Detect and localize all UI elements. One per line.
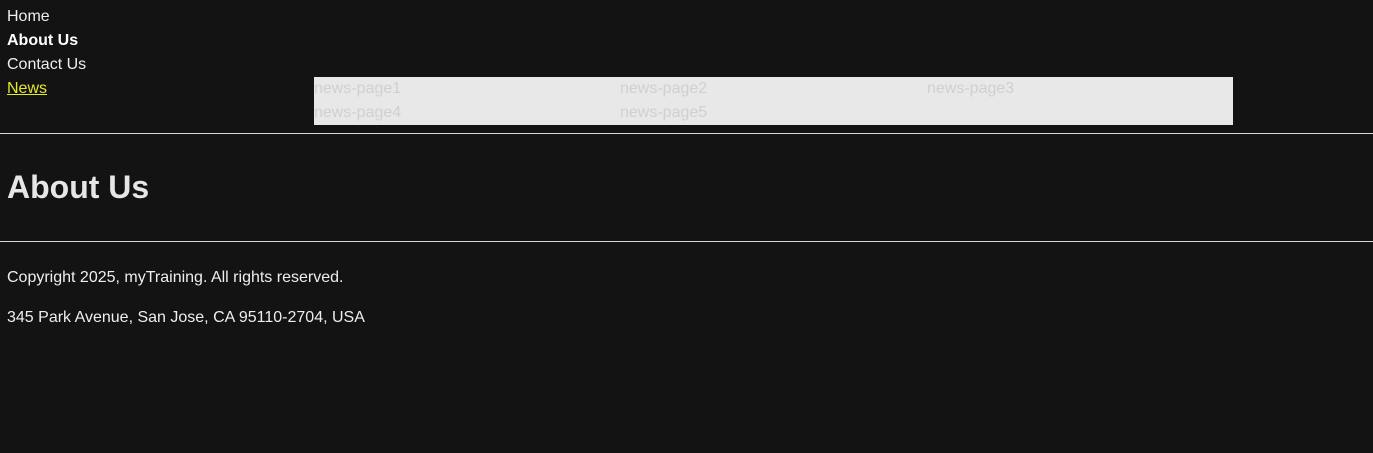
news-page4-link[interactable]: news-page4 bbox=[314, 101, 620, 125]
news-page1-link[interactable]: news-page1 bbox=[314, 77, 620, 101]
news-dropdown-menu: news-page1 news-page2 news-page3 news-pa… bbox=[314, 77, 1233, 125]
news-page3-link[interactable]: news-page3 bbox=[927, 77, 1233, 101]
news-page2-link[interactable]: news-page2 bbox=[620, 77, 927, 101]
header-divider bbox=[0, 133, 1373, 134]
footer-divider bbox=[0, 241, 1373, 242]
nav-item-news[interactable]: News bbox=[7, 77, 86, 101]
page-title: About Us bbox=[7, 169, 150, 205]
copyright-text: Copyright 2025, myTraining. All rights r… bbox=[7, 269, 344, 286]
nav-item-contact-us[interactable]: Contact Us bbox=[7, 53, 86, 77]
nav-item-about-us[interactable]: About Us bbox=[7, 29, 86, 53]
page: Home About Us Contact Us News news-page1… bbox=[0, 0, 1373, 453]
news-page5-link[interactable]: news-page5 bbox=[620, 101, 927, 125]
main-navigation: Home About Us Contact Us News bbox=[7, 5, 86, 101]
nav-item-home[interactable]: Home bbox=[7, 5, 86, 29]
address-text: 345 Park Avenue, San Jose, CA 95110-2704… bbox=[7, 309, 365, 326]
